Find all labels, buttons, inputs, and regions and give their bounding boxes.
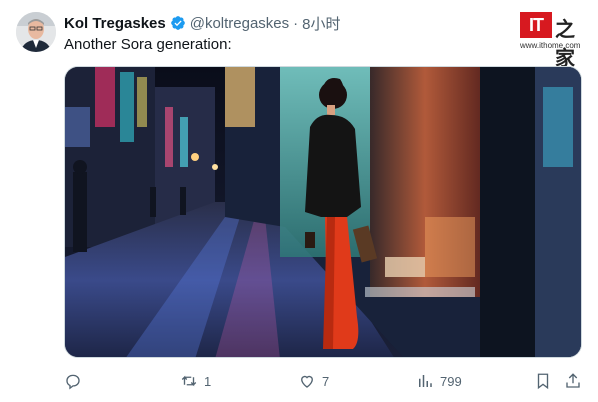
tweet-media-image[interactable] [64,66,582,358]
timestamp[interactable]: 8小时 [302,13,340,34]
tweet-header: Kol Tregaskes @koltregaskes · 8小时 [64,13,341,33]
retweet-count: 1 [204,373,212,389]
views-count: 799 [440,373,462,389]
logo-brand: IT [520,12,552,38]
bookmark-icon [537,373,549,390]
media-illustration [65,67,581,357]
retweet-icon [181,375,197,387]
reply-icon [66,374,80,390]
share-button[interactable] [564,368,582,394]
avatar-image [16,12,56,52]
logo-url: www.ithome.com [520,41,581,50]
like-icon [301,375,313,388]
bookmark-button[interactable] [534,368,552,394]
ithome-logo: IT 之家 www.ithome.com [520,12,590,70]
like-button[interactable]: 7 [298,368,329,394]
separator-dot: · [293,14,299,32]
handle[interactable]: @koltregaskes [190,15,289,32]
like-count: 7 [322,373,330,389]
verified-badge-icon [170,15,186,31]
avatar[interactable] [16,12,56,52]
views-button[interactable]: 799 [416,368,462,394]
tweet-text: Another Sora generation: [64,36,232,53]
reply-button[interactable] [64,368,88,394]
retweet-button[interactable]: 1 [180,368,211,394]
views-icon [419,375,432,387]
display-name[interactable]: Kol Tregaskes [64,15,166,32]
tweet-actions: 1 7 799 [64,368,584,394]
share-icon [566,373,580,388]
